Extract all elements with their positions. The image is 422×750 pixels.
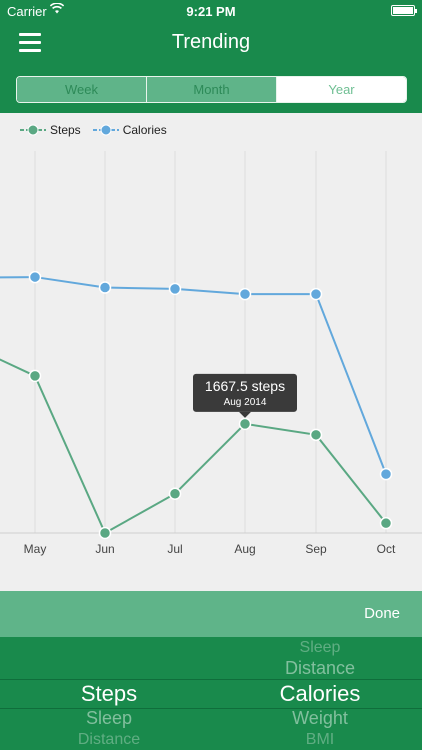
data-point-calories-sep [309,287,323,301]
battery-icon [391,5,417,16]
data-point-calories-may [28,270,42,284]
segment-month[interactable]: Month [147,77,277,102]
navigation-header: Carrier 9:21 PM Trending Week Month Year [0,0,422,113]
series-line-steps [0,358,387,535]
x-tick-label-jun: Jun [95,542,114,556]
data-point-steps-oct [379,516,393,530]
picker-right-below-1[interactable]: Weight [218,708,422,729]
picker-column-left[interactable]: Steps Sleep Distance [0,637,218,750]
clock: 9:21 PM [186,4,236,19]
page-title: Trending [171,31,251,53]
picker-left-below-2[interactable]: Distance [0,731,218,749]
picker-right-selected: Calories [279,681,361,706]
data-point-steps-aug [238,417,252,431]
tooltip-date: Aug 2014 [224,397,267,408]
data-point-steps-jul [168,487,182,500]
x-tick-label-jul: Jul [167,542,182,556]
period-segmented-control: Week Month Year [16,76,407,103]
picker-left-selected: Steps [80,681,138,706]
x-tick-label-may: May [24,542,47,556]
picker-right-below-2[interactable]: BMI [218,731,422,749]
series-line-calories [0,276,387,475]
tooltip-value: 1667.5 steps [205,378,285,394]
data-point-calories-aug [238,287,252,301]
x-tick-label-aug: Aug [234,542,255,556]
status-bar: Carrier 9:21 PM [0,0,422,22]
data-point-calories-oct [379,467,393,481]
picker-left-below-1[interactable]: Sleep [0,708,218,729]
data-point-calories-jul [168,282,182,296]
tooltip-pointer [239,411,251,418]
done-button[interactable]: Done [364,605,400,622]
data-point-steps-may [28,369,42,383]
data-point-calories-jun [98,281,112,294]
x-tick-label-oct: Oct [377,542,396,556]
data-point-steps-sep [309,428,323,442]
metric-picker[interactable]: Steps Sleep Distance Sleep Distance Calo… [0,637,422,750]
segment-week[interactable]: Week [17,77,147,102]
segment-year[interactable]: Year [277,77,406,102]
picker-toolbar: Done [0,591,422,637]
picker-column-right[interactable]: Sleep Distance Calories Weight BMI [218,637,422,750]
x-tick-label-sep: Sep [305,542,327,556]
picker-right-above-1[interactable]: Sleep [218,639,422,657]
trend-chart: Steps Calories May Jun Jul Aug Sep Oct 1667.5 … [0,113,422,591]
picker-right-above-2[interactable]: Distance [218,658,422,679]
chart-plot[interactable]: May Jun Jul Aug Sep Oct 1667.5 steps Aug 2014 [0,113,422,591]
data-point-steps-jun [98,526,112,540]
